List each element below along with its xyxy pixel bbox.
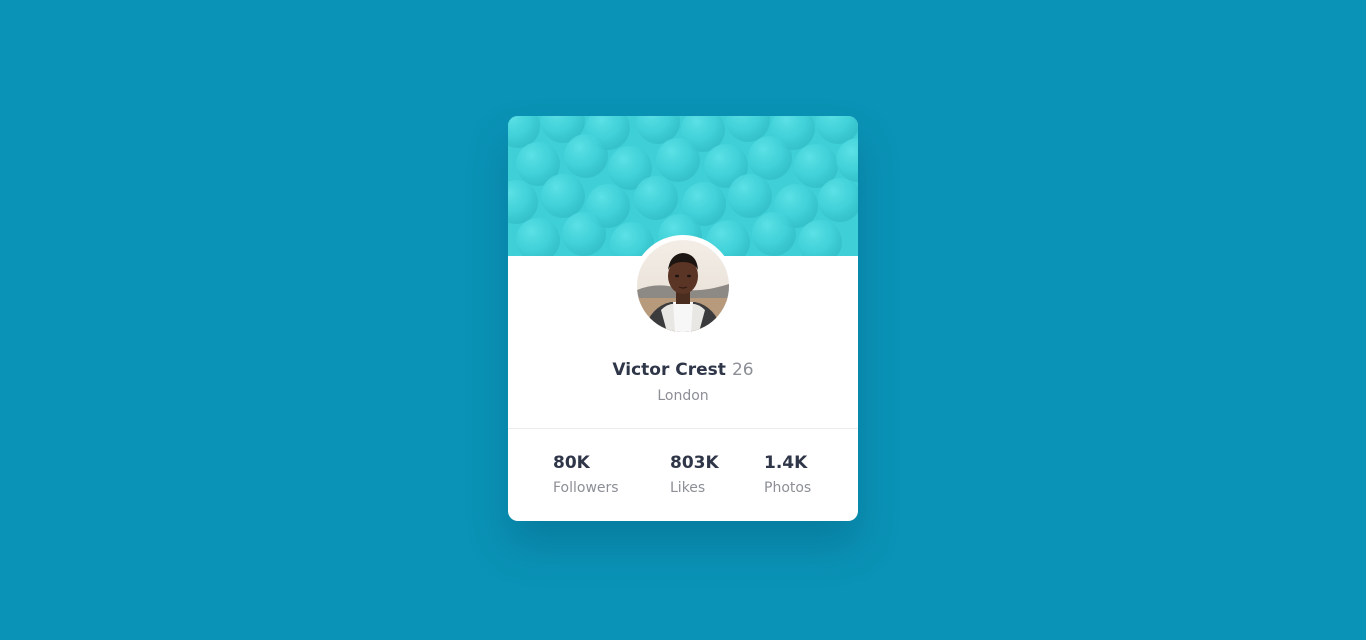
page-background: Victor Crest 26 London 80K Followers 803K… bbox=[0, 0, 1366, 640]
profile-card: Victor Crest 26 London 80K Followers 803K… bbox=[508, 116, 858, 521]
profile-age: 26 bbox=[731, 360, 754, 380]
profile-photo-icon bbox=[637, 240, 729, 332]
name-row: Victor Crest 26 bbox=[508, 357, 858, 383]
stat-likes: 803K Likes bbox=[670, 452, 719, 498]
stat-followers: 80K Followers bbox=[553, 452, 619, 498]
avatar[interactable] bbox=[632, 235, 734, 337]
divider bbox=[508, 428, 858, 429]
profile-name: Victor Crest bbox=[612, 360, 726, 380]
stat-label: Followers bbox=[553, 480, 619, 496]
stat-label: Photos bbox=[764, 480, 812, 496]
profile-location: London bbox=[657, 388, 709, 404]
stat-photos: 1.4K Photos bbox=[764, 452, 811, 498]
stat-value: 1.4K bbox=[764, 453, 808, 473]
stat-value: 803K bbox=[670, 453, 719, 473]
stat-label: Likes bbox=[670, 480, 706, 496]
stat-value: 80K bbox=[553, 453, 590, 473]
